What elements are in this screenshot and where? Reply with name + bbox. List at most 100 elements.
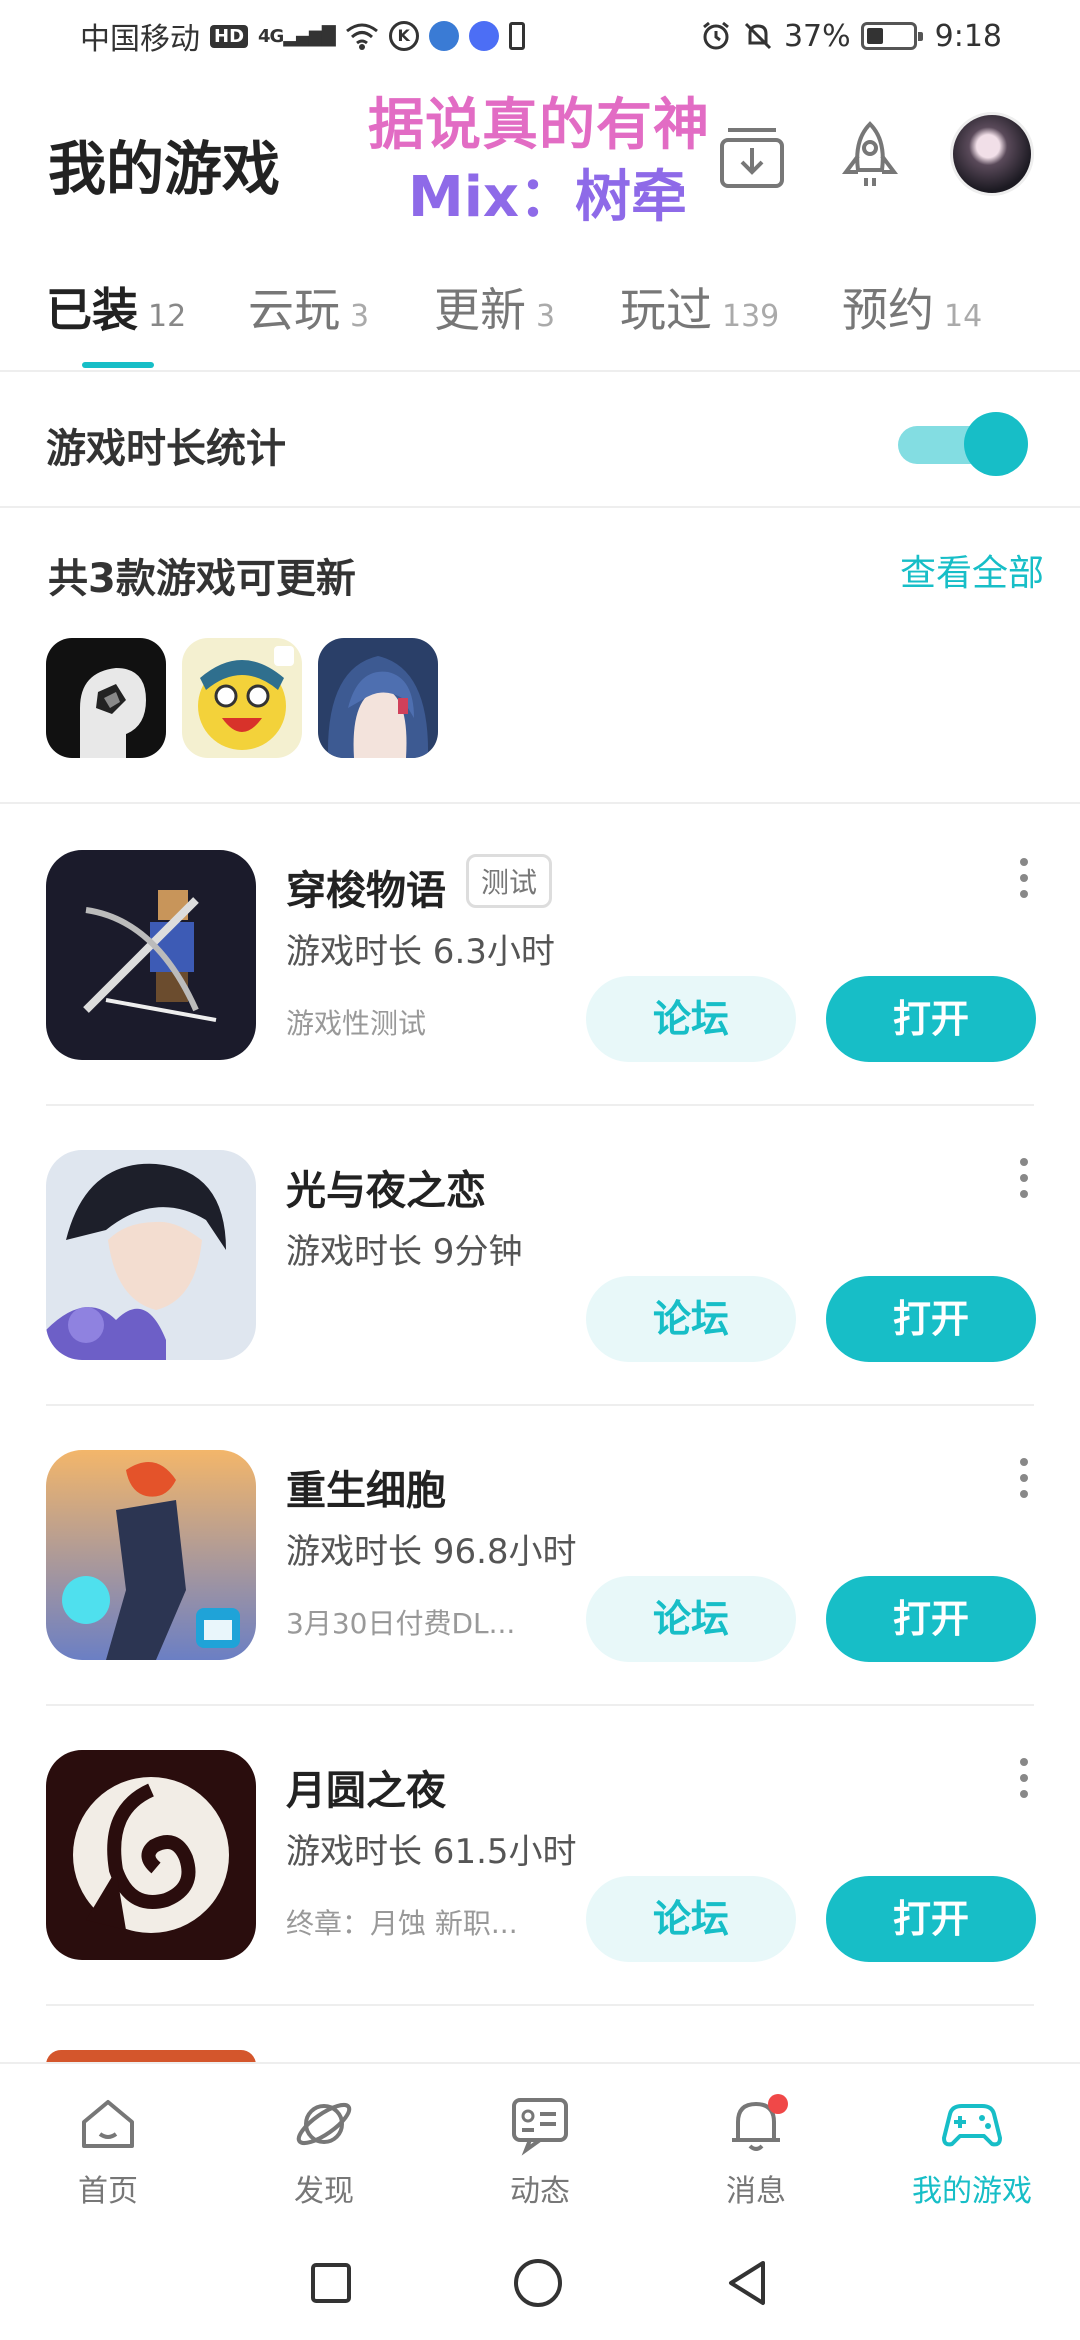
- k-app-icon: K: [388, 21, 419, 51]
- page-title: 我的游戏: [48, 135, 281, 203]
- tab-label: 云玩: [248, 283, 340, 337]
- tab-label: 玩过: [620, 283, 712, 337]
- more-options-icon[interactable]: [1014, 1158, 1034, 1198]
- tab-label: 更新: [434, 283, 526, 337]
- app-header: 我的游戏 据说真的有神 Mix：树牵: [0, 72, 1080, 242]
- tab-bar: 已装 12 云玩 3 更新 3 玩过 139 预约 14: [0, 262, 1080, 372]
- play-time: 游戏时长 9分钟: [286, 1232, 523, 1272]
- tab-updates[interactable]: 更新 3: [434, 274, 555, 340]
- play-time: 游戏时长 61.5小时: [286, 1832, 577, 1872]
- wifi-icon: [345, 23, 378, 50]
- bottom-navigation: 首页 发现 动态 消息 我的游戏: [0, 2062, 1080, 2226]
- browser-notif-icon: [428, 21, 459, 51]
- nav-label: 我的游戏: [912, 2174, 1032, 2209]
- tab-cloud-play[interactable]: 云玩 3: [248, 274, 369, 340]
- updates-title: 共3款游戏可更新: [48, 556, 356, 602]
- tab-count: 14: [944, 299, 983, 334]
- feed-icon: [512, 2098, 568, 2156]
- playtime-stats-toggle[interactable]: [898, 412, 1030, 476]
- forum-button[interactable]: 论坛: [586, 1576, 796, 1662]
- game-icon-chuansuo[interactable]: [46, 850, 256, 1060]
- open-button[interactable]: 打开: [826, 976, 1036, 1062]
- battery-icon: [860, 22, 923, 50]
- open-button[interactable]: 打开: [826, 1276, 1036, 1362]
- game-name: 光与夜之恋: [286, 1168, 486, 1214]
- nav-my-games[interactable]: 我的游戏: [864, 2064, 1080, 2226]
- game-icon-yueyuan[interactable]: [46, 1750, 256, 1960]
- tab-count: 139: [722, 299, 780, 334]
- nav-discover[interactable]: 发现: [216, 2064, 432, 2226]
- play-time: 游戏时长 6.3小时: [286, 932, 555, 972]
- game-note: 终章：月蚀 新职...: [286, 1907, 518, 1940]
- open-button[interactable]: 打开: [826, 1576, 1036, 1662]
- mute-bell-icon: [744, 22, 771, 50]
- alarm-icon: [703, 21, 729, 50]
- tab-label: 预约: [842, 283, 934, 337]
- tab-count: 3: [350, 299, 370, 334]
- updates-section: 共3款游戏可更新 查看全部: [0, 510, 1080, 804]
- open-button[interactable]: 打开: [826, 1876, 1036, 1962]
- more-options-icon[interactable]: [1014, 1758, 1034, 1798]
- tab-count: 12: [148, 299, 187, 334]
- nav-label: 首页: [78, 2174, 138, 2209]
- game-row[interactable]: 重生细胞 游戏时长 96.8小时 3月30日付费DL... 论坛 打开: [46, 1406, 1036, 1706]
- update-icons: [46, 638, 438, 758]
- music-notif-icon: [468, 21, 499, 51]
- game-note: 3月30日付费DL...: [286, 1607, 516, 1640]
- tab-reserved[interactable]: 预约 14: [842, 274, 982, 340]
- play-time: 游戏时长 96.8小时: [286, 1532, 577, 1572]
- tab-installed[interactable]: 已装 12: [46, 274, 186, 340]
- signal-icon: 4G▂▄▆█: [258, 25, 336, 47]
- user-avatar[interactable]: [950, 112, 1034, 196]
- game-note: 游戏性测试: [286, 1007, 427, 1040]
- planet-icon: [296, 2102, 352, 2146]
- forum-button[interactable]: 论坛: [586, 1876, 796, 1962]
- game-icon-dead-cells[interactable]: [46, 1450, 256, 1660]
- active-tab-indicator: [82, 362, 154, 368]
- update-game-icon-1[interactable]: [46, 638, 166, 758]
- playtime-stats-row: 游戏时长统计: [0, 374, 1080, 508]
- rocket-boost-icon[interactable]: [832, 118, 908, 194]
- more-options-icon[interactable]: [1014, 1458, 1034, 1498]
- nav-feed[interactable]: 动态: [432, 2064, 648, 2226]
- game-row[interactable]: 月圆之夜 游戏时长 61.5小时 终章：月蚀 新职... 论坛 打开: [46, 1706, 1036, 2006]
- forum-button[interactable]: 论坛: [586, 1276, 796, 1362]
- recents-square-icon[interactable]: [307, 2259, 355, 2307]
- game-name: 重生细胞: [286, 1468, 446, 1514]
- gamepad-icon: [942, 2104, 1002, 2147]
- game-name: 月圆之夜: [286, 1768, 446, 1814]
- download-manager-icon[interactable]: [714, 118, 790, 194]
- nav-label: 发现: [294, 2174, 354, 2209]
- home-circle-icon[interactable]: [510, 2255, 566, 2311]
- nav-messages[interactable]: 消息: [648, 2064, 864, 2226]
- unread-badge: [768, 2094, 788, 2114]
- nav-label: 消息: [726, 2174, 786, 2209]
- status-bar: 中国移动 HD 4G▂▄▆█ K 37% 9:18: [0, 0, 1080, 72]
- toggle-knob: [964, 412, 1028, 476]
- game-name: 穿梭物语: [286, 868, 446, 914]
- clock: 9:18: [934, 18, 1002, 54]
- hd-badge: HD: [210, 24, 249, 48]
- update-game-icon-3[interactable]: [318, 638, 438, 758]
- update-game-icon-2[interactable]: [182, 638, 302, 758]
- network-type: 4G: [258, 25, 284, 47]
- home-icon: [82, 2100, 134, 2148]
- watermark-line-1: 据说真的有神: [368, 93, 710, 158]
- nav-label: 动态: [510, 2174, 570, 2209]
- alert-icon: [508, 22, 525, 50]
- test-tag: 测试: [466, 854, 553, 908]
- game-icon-guangyuye[interactable]: [46, 1150, 256, 1360]
- system-navigation-bar: [0, 2226, 1080, 2340]
- game-row[interactable]: 穿梭物语 测试 游戏时长 6.3小时 游戏性测试 论坛 打开: [46, 806, 1036, 1106]
- nav-home[interactable]: 首页: [0, 2064, 216, 2226]
- playtime-stats-label: 游戏时长统计: [46, 426, 286, 472]
- back-triangle-icon[interactable]: [721, 2257, 773, 2309]
- more-options-icon[interactable]: [1014, 858, 1034, 898]
- battery-percent: 37%: [783, 18, 851, 54]
- game-row[interactable]: 光与夜之恋 游戏时长 9分钟 论坛 打开: [46, 1106, 1036, 1406]
- watermark-line-2: Mix：树牵: [408, 165, 688, 230]
- tab-played[interactable]: 玩过 139: [620, 274, 779, 340]
- tab-count: 3: [536, 299, 556, 334]
- view-all-link[interactable]: 查看全部: [900, 544, 1044, 596]
- forum-button[interactable]: 论坛: [586, 976, 796, 1062]
